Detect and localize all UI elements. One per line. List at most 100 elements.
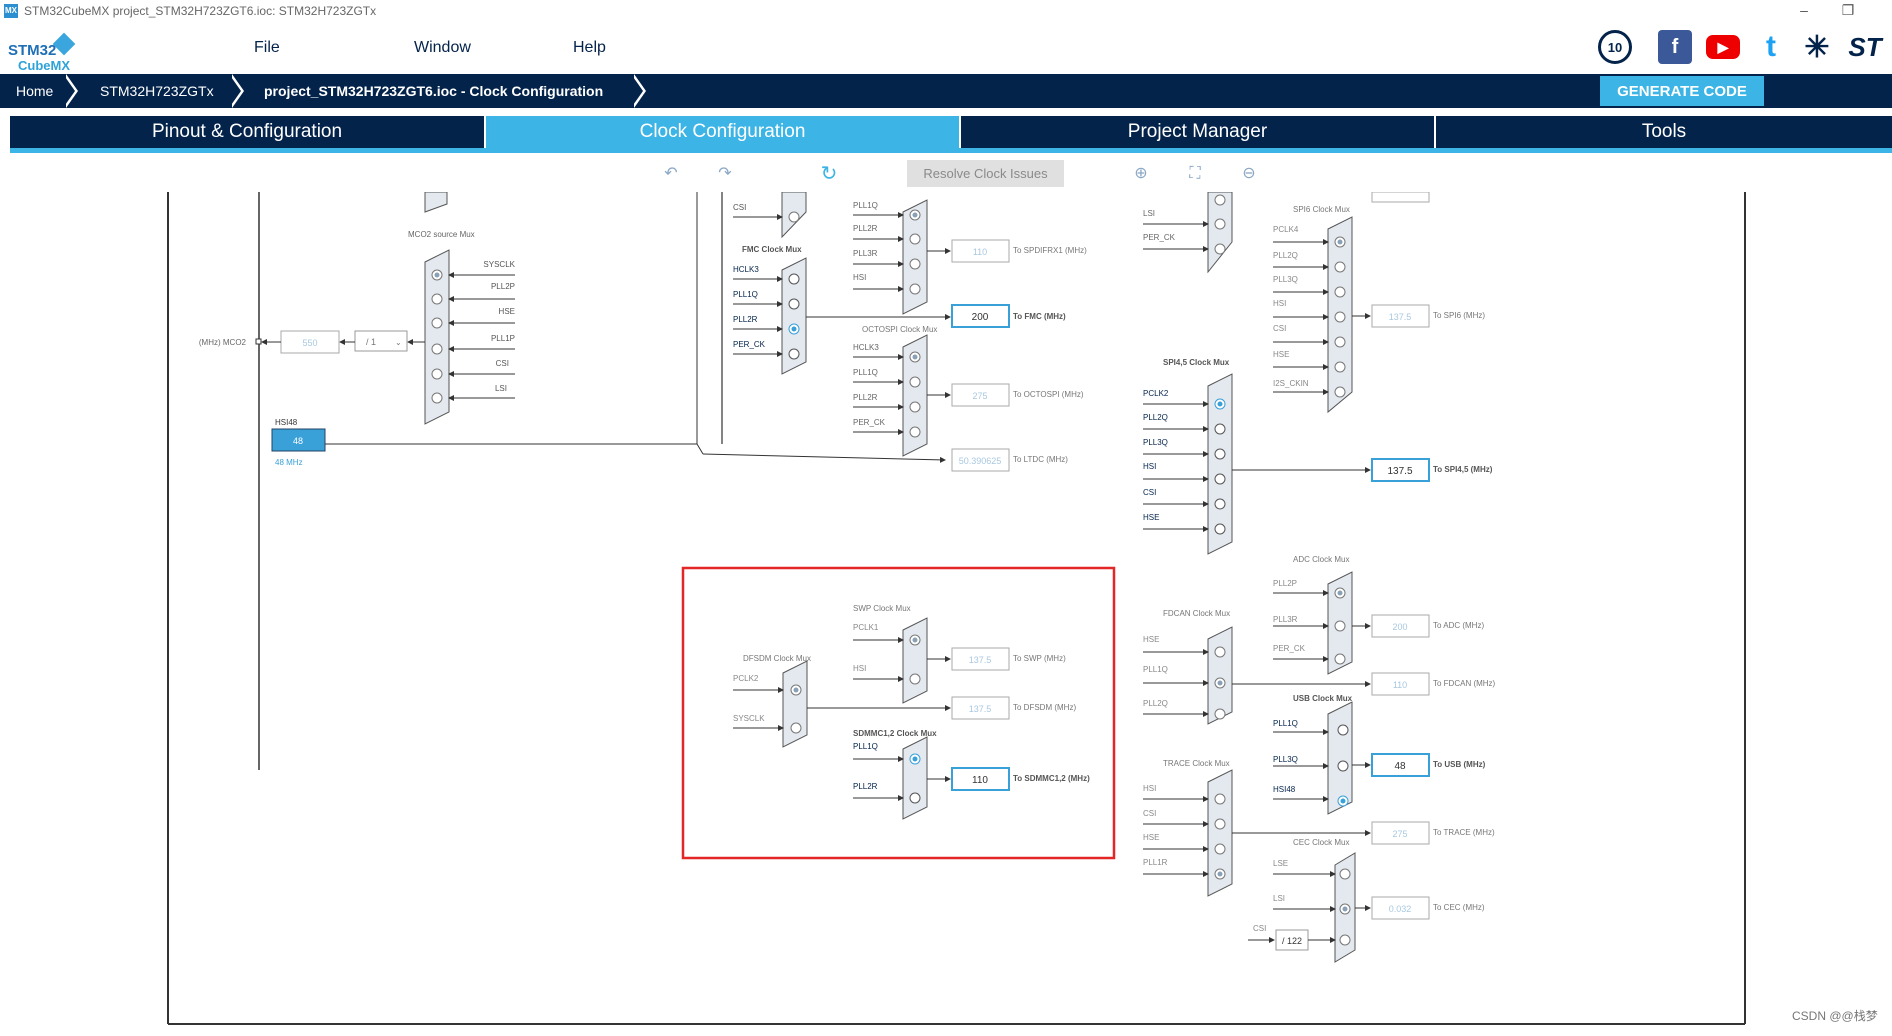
sdmmc-output-label: To SDMMC1,2 (MHz) bbox=[1013, 774, 1090, 783]
radio-button[interactable] bbox=[1334, 653, 1346, 665]
tab-clock-configuration[interactable]: Clock Configuration bbox=[486, 116, 959, 148]
sdmmc-mux bbox=[902, 736, 928, 820]
facebook-icon[interactable]: f bbox=[1658, 30, 1692, 64]
mco2-inputs: SYSCLK PLL2P HSE PLL1P CSI LSI bbox=[448, 260, 516, 401]
resolve-clock-issues-button[interactable]: Resolve Clock Issues bbox=[907, 160, 1064, 187]
radio-button[interactable] bbox=[1214, 793, 1226, 805]
radio-button[interactable] bbox=[790, 722, 802, 734]
radio-button[interactable] bbox=[788, 348, 800, 360]
input-label: LSI bbox=[1143, 209, 1155, 218]
radio-button[interactable] bbox=[1214, 523, 1226, 535]
network-icon[interactable]: ✳ bbox=[1800, 30, 1834, 64]
cec-input-label: CSI bbox=[1253, 924, 1266, 933]
octospi-input-label: PLL2R bbox=[853, 393, 878, 402]
radio-button[interactable] bbox=[1334, 336, 1346, 348]
radio-button[interactable] bbox=[1214, 646, 1226, 658]
radio-button[interactable] bbox=[1334, 361, 1346, 373]
fmc-input-label: HCLK3 bbox=[733, 265, 759, 274]
radio-button[interactable] bbox=[1214, 423, 1226, 435]
radio-button[interactable] bbox=[909, 376, 921, 388]
spi6-input-label: HSI bbox=[1273, 299, 1286, 308]
radio-button[interactable] bbox=[1339, 934, 1351, 946]
trace-mux-title: TRACE Clock Mux bbox=[1163, 759, 1230, 768]
zoom-out-icon[interactable]: ⊖ bbox=[1238, 163, 1260, 185]
menu-bar: STM32 CubeMX File Window Help 10 f ▶ t ✳… bbox=[0, 22, 1892, 74]
radio-button[interactable] bbox=[1214, 708, 1226, 720]
anniversary-icon[interactable]: 10 bbox=[1598, 30, 1632, 64]
breadcrumb-home[interactable]: Home bbox=[16, 74, 53, 108]
radio-button[interactable] bbox=[1334, 286, 1346, 298]
spi6-input-label: I2S_CKIN bbox=[1273, 379, 1309, 388]
radio-button[interactable] bbox=[1214, 218, 1226, 230]
mco2-input-label: CSI bbox=[496, 359, 509, 368]
radio-button[interactable] bbox=[1214, 448, 1226, 460]
radio-button[interactable] bbox=[909, 283, 921, 295]
restore-button[interactable]: ❐ bbox=[1828, 1, 1868, 21]
radio-button[interactable] bbox=[909, 233, 921, 245]
radio-button[interactable] bbox=[1334, 620, 1346, 632]
radio-button[interactable] bbox=[431, 317, 443, 329]
radio-button[interactable] bbox=[788, 298, 800, 310]
spdif-input-label: PLL3R bbox=[853, 249, 878, 258]
radio-button[interactable] bbox=[1337, 724, 1349, 736]
radio-button[interactable] bbox=[909, 792, 921, 804]
menu-window[interactable]: Window bbox=[414, 39, 471, 57]
radio-button[interactable] bbox=[1214, 498, 1226, 510]
mco2-input-label: SYSCLK bbox=[483, 260, 515, 269]
radio-button[interactable] bbox=[909, 258, 921, 270]
breadcrumb-device[interactable]: STM32H723ZGTx bbox=[100, 74, 214, 108]
usb-output-label: To USB (MHz) bbox=[1433, 760, 1486, 769]
trace-output-label: To TRACE (MHz) bbox=[1433, 828, 1495, 837]
adc-input-label: PER_CK bbox=[1273, 644, 1306, 653]
cec-divider-value: / 122 bbox=[1282, 936, 1302, 946]
trace-input-label: CSI bbox=[1143, 809, 1156, 818]
undo-icon[interactable]: ↶ bbox=[660, 163, 682, 185]
tab-project-manager[interactable]: Project Manager bbox=[961, 116, 1434, 148]
fit-screen-icon[interactable]: ⛶ bbox=[1184, 163, 1206, 185]
radio-button[interactable] bbox=[1337, 760, 1349, 772]
dfsdm-mux bbox=[782, 660, 808, 748]
radio-button[interactable] bbox=[1214, 243, 1226, 255]
radio-button[interactable] bbox=[431, 392, 443, 404]
fmc-input-label: PLL2R bbox=[733, 315, 758, 324]
minimize-button[interactable]: – bbox=[1784, 1, 1824, 21]
radio-button[interactable] bbox=[1214, 818, 1226, 830]
hsi48-label: HSI48 bbox=[275, 418, 298, 427]
tab-tools[interactable]: Tools bbox=[1436, 116, 1892, 148]
st-logo-icon[interactable]: ST bbox=[1848, 30, 1882, 64]
radio-button[interactable] bbox=[909, 426, 921, 438]
radio-button[interactable] bbox=[1339, 868, 1351, 880]
usb-mux-title: USB Clock Mux bbox=[1293, 694, 1353, 703]
radio-button[interactable] bbox=[1334, 261, 1346, 273]
swp-input-label: PCLK1 bbox=[853, 623, 879, 632]
stm32cubemx-logo: STM32 CubeMX bbox=[8, 32, 78, 73]
radio-button[interactable] bbox=[788, 211, 800, 223]
twitter-icon[interactable]: t bbox=[1754, 30, 1788, 64]
breadcrumb-project[interactable]: project_STM32H723ZGT6.ioc - Clock Config… bbox=[264, 74, 603, 108]
tab-pinout[interactable]: Pinout & Configuration bbox=[10, 116, 484, 148]
radio-button[interactable] bbox=[909, 673, 921, 685]
sdmmc-frequency-value: 110 bbox=[972, 775, 988, 786]
clock-diagram: MCO2 source Mux SYSCLK PLL2P HSE PLL1P C… bbox=[167, 191, 1746, 1025]
radio-button[interactable] bbox=[1214, 473, 1226, 485]
radio-button[interactable] bbox=[788, 273, 800, 285]
radio-button[interactable] bbox=[431, 293, 443, 305]
swp-output-label: To SWP (MHz) bbox=[1013, 654, 1066, 663]
radio-button[interactable] bbox=[1214, 194, 1226, 206]
zoom-in-icon[interactable]: ⊕ bbox=[1130, 163, 1152, 185]
menu-help[interactable]: Help bbox=[573, 39, 606, 57]
mco2-input-label: PLL1P bbox=[491, 334, 515, 343]
radio-button[interactable] bbox=[431, 343, 443, 355]
redo-icon[interactable]: ↷ bbox=[714, 163, 736, 185]
mco2-divider-value: / 1 bbox=[366, 337, 376, 347]
radio-button[interactable] bbox=[1334, 311, 1346, 323]
generate-code-button[interactable]: GENERATE CODE bbox=[1600, 76, 1764, 106]
refresh-icon[interactable]: ↻ bbox=[818, 163, 840, 185]
menu-file[interactable]: File bbox=[254, 39, 280, 57]
youtube-icon[interactable]: ▶ bbox=[1706, 35, 1740, 59]
logo-line2: CubeMX bbox=[18, 58, 70, 73]
radio-button[interactable] bbox=[1334, 386, 1346, 398]
radio-button[interactable] bbox=[909, 401, 921, 413]
radio-button[interactable] bbox=[1214, 843, 1226, 855]
radio-button[interactable] bbox=[431, 368, 443, 380]
